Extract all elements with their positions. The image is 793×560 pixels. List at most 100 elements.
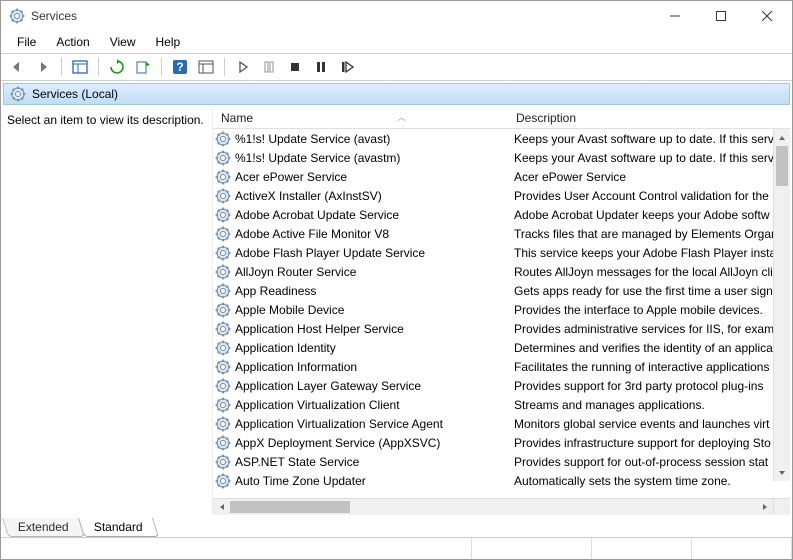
service-row[interactable]: Adobe Active File Monitor V8Tracks files…	[213, 224, 790, 243]
service-description: Determines and verifies the identity of …	[510, 341, 790, 355]
menu-help[interactable]: Help	[146, 33, 191, 51]
service-description: Acer ePower Service	[510, 170, 790, 184]
service-description: Provides administrative services for IIS…	[510, 322, 790, 336]
menu-action[interactable]: Action	[46, 33, 99, 51]
vertical-scrollbar[interactable]	[773, 129, 790, 481]
service-list-pane: Name ︿ Description %1!s! Update Service …	[213, 107, 790, 515]
back-button[interactable]	[5, 56, 29, 78]
horizontal-scrollbar[interactable]	[213, 498, 790, 515]
scroll-up-button[interactable]	[774, 129, 790, 146]
scroll-left-button[interactable]	[213, 499, 230, 515]
service-description: Provides the interface to Apple mobile d…	[510, 303, 790, 317]
menu-view[interactable]: View	[100, 33, 146, 51]
service-row[interactable]: Application Layer Gateway ServiceProvide…	[213, 376, 790, 395]
service-row[interactable]: %1!s! Update Service (avast)Keeps your A…	[213, 129, 790, 148]
service-row[interactable]: Application Virtualization ClientStreams…	[213, 395, 790, 414]
show-hide-tree-button[interactable]	[68, 56, 92, 78]
tab-standard[interactable]: Standard	[78, 518, 159, 537]
service-description: Provides support for out-of-process sess…	[510, 455, 790, 469]
service-name: Acer ePower Service	[235, 170, 510, 184]
service-name: Adobe Flash Player Update Service	[235, 246, 510, 260]
service-description: Monitors global service events and launc…	[510, 417, 790, 431]
export-list-button[interactable]	[131, 56, 155, 78]
service-row[interactable]: Acer ePower ServiceAcer ePower Service	[213, 167, 790, 186]
service-row[interactable]: App ReadinessGets apps ready for use the…	[213, 281, 790, 300]
service-description: Facilitates the running of interactive a…	[510, 360, 790, 374]
scroll-right-button[interactable]	[756, 499, 773, 515]
service-description: Provides infrastructure support for depl…	[510, 436, 790, 450]
refresh-button[interactable]	[105, 56, 129, 78]
service-row[interactable]: ASP.NET State ServiceProvides support fo…	[213, 452, 790, 471]
service-icon	[215, 188, 231, 204]
start-service-button[interactable]	[231, 56, 255, 78]
tree-root-row[interactable]: Services (Local)	[3, 83, 790, 105]
tab-extended[interactable]: Extended	[2, 518, 85, 537]
service-icon	[215, 283, 231, 299]
forward-button[interactable]	[31, 56, 55, 78]
menu-file[interactable]: File	[7, 33, 46, 51]
service-row[interactable]: Apple Mobile DeviceProvides the interfac…	[213, 300, 790, 319]
service-icon	[215, 435, 231, 451]
scroll-thumb-h[interactable]	[230, 501, 350, 513]
toolbar: ?	[1, 53, 792, 81]
service-icon	[215, 302, 231, 318]
service-row[interactable]: ActiveX Installer (AxInstSV)Provides Use…	[213, 186, 790, 205]
service-description: Keeps your Avast software up to date. If…	[510, 151, 790, 165]
service-description: Provides User Account Control validation…	[510, 189, 790, 203]
maximize-button[interactable]	[698, 1, 744, 31]
service-description: Provides support for 3rd party protocol …	[510, 379, 790, 393]
service-row[interactable]: AppX Deployment Service (AppXSVC)Provide…	[213, 433, 790, 452]
column-name[interactable]: Name ︿	[213, 107, 508, 128]
service-description: Tracks files that are managed by Element…	[510, 227, 790, 241]
tree-root-label: Services (Local)	[32, 87, 118, 101]
pause2-service-button[interactable]	[309, 56, 333, 78]
service-name: Application Identity	[235, 341, 510, 355]
service-description: This service keeps your Adobe Flash Play…	[510, 246, 790, 260]
service-row[interactable]: Auto Time Zone UpdaterAutomatically sets…	[213, 471, 790, 490]
service-row[interactable]: Adobe Flash Player Update ServiceThis se…	[213, 243, 790, 262]
service-icon	[215, 454, 231, 470]
pause-service-button[interactable]	[257, 56, 281, 78]
service-list[interactable]: %1!s! Update Service (avast)Keeps your A…	[213, 129, 790, 490]
service-name: Application Virtualization Client	[235, 398, 510, 412]
service-name: Application Virtualization Service Agent	[235, 417, 510, 431]
service-name: ASP.NET State Service	[235, 455, 510, 469]
service-name: AppX Deployment Service (AppXSVC)	[235, 436, 510, 450]
service-row[interactable]: Application Virtualization Service Agent…	[213, 414, 790, 433]
restart-service-button[interactable]	[335, 56, 359, 78]
scroll-down-button[interactable]	[774, 464, 790, 481]
service-description: Adobe Acrobat Updater keeps your Adobe s…	[510, 208, 790, 222]
service-row[interactable]: Application Host Helper ServiceProvides …	[213, 319, 790, 338]
column-description[interactable]: Description	[508, 107, 790, 128]
minimize-button[interactable]	[652, 1, 698, 31]
help-button[interactable]: ?	[168, 56, 192, 78]
service-description: Gets apps ready for use the first time a…	[510, 284, 790, 298]
service-icon	[215, 226, 231, 242]
service-description: Routes AllJoyn messages for the local Al…	[510, 265, 790, 279]
service-row[interactable]: AllJoyn Router ServiceRoutes AllJoyn mes…	[213, 262, 790, 281]
service-name: Auto Time Zone Updater	[235, 474, 510, 488]
title-bar: Services	[1, 1, 792, 31]
service-row[interactable]: %1!s! Update Service (avastm)Keeps your …	[213, 148, 790, 167]
service-icon	[215, 207, 231, 223]
service-icon	[215, 473, 231, 489]
service-icon	[215, 378, 231, 394]
properties-button[interactable]	[194, 56, 218, 78]
service-row[interactable]: Application IdentityDetermines and verif…	[213, 338, 790, 357]
close-button[interactable]	[744, 1, 790, 31]
service-icon	[215, 340, 231, 356]
services-root-icon	[10, 86, 26, 102]
stop-service-button[interactable]	[283, 56, 307, 78]
view-tabs: Extended Standard	[1, 515, 792, 537]
service-icon	[215, 321, 231, 337]
service-row[interactable]: Application InformationFacilitates the r…	[213, 357, 790, 376]
service-row[interactable]: Adobe Acrobat Update ServiceAdobe Acroba…	[213, 205, 790, 224]
svg-text:?: ?	[176, 60, 183, 74]
service-icon	[215, 169, 231, 185]
service-icon	[215, 150, 231, 166]
service-name: Application Host Helper Service	[235, 322, 510, 336]
scroll-thumb-v[interactable]	[776, 146, 788, 186]
sort-indicator-icon: ︿	[348, 112, 406, 123]
service-name: ActiveX Installer (AxInstSV)	[235, 189, 510, 203]
description-pane: Select an item to view its description.	[3, 107, 213, 515]
